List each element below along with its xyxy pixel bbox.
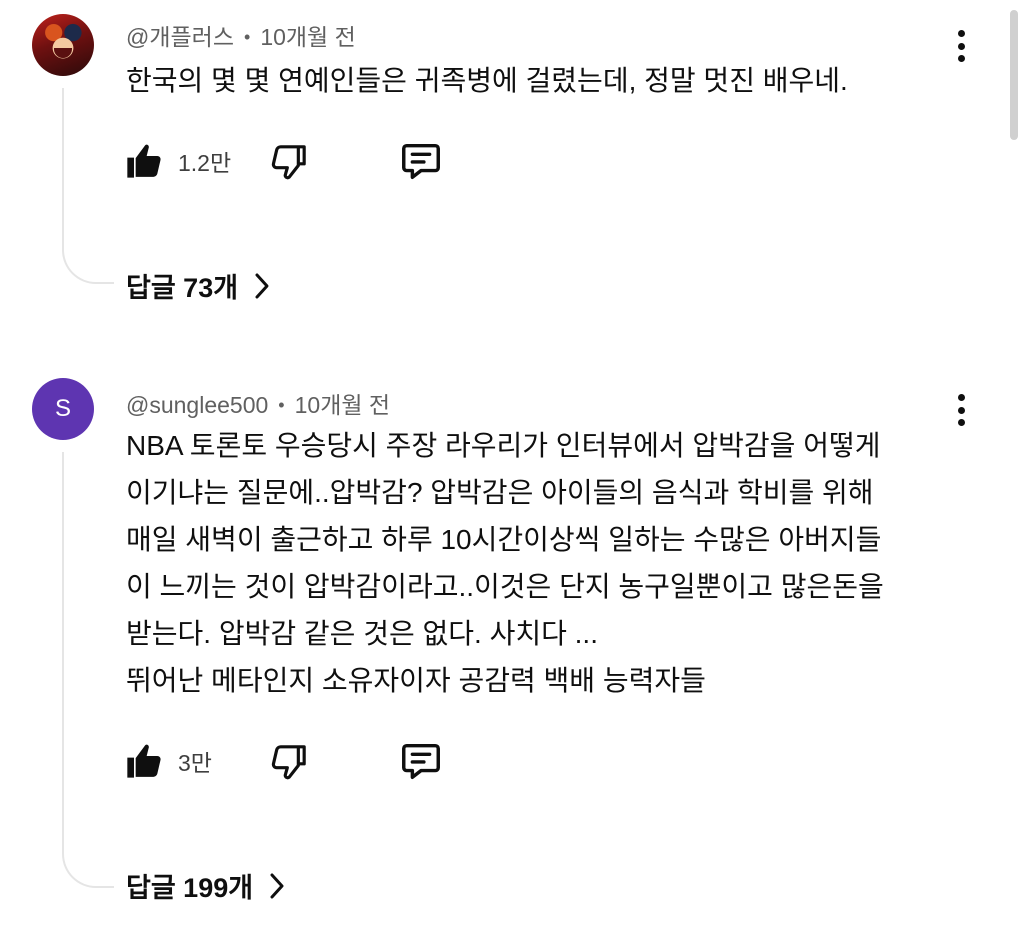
more-vertical-icon-dot [957,419,965,426]
comment-icon [402,143,440,180]
comment: @개플러스 • 10개월 전 한국의 몇 몇 연예인들은 귀족병에 걸렸는데, 정말… [0,0,1024,320]
thumbs-up-icon [127,744,161,778]
like-count: 3만 [178,750,212,776]
like-button[interactable]: 3만 [124,736,212,786]
view-replies-button[interactable]: 답글 73개 [126,266,272,305]
more-vertical-icon-dot [957,406,965,414]
thumbs-down-icon [271,745,306,780]
comment-meta: @개플러스 • 10개월 전 [126,18,356,52]
thumbs-up-icon [127,144,161,178]
comment-text-line: 받는다. 압박감 같은 것은 없다. 사치다 ... [126,618,598,649]
more-vertical-icon-dot [957,42,965,50]
reply-button[interactable] [398,136,444,186]
like-button[interactable]: 1.2만 [124,136,231,186]
comment-icon [402,743,440,780]
comment-text: 한국의 몇 몇 연예인들은 귀족병에 걸렸는데, 정말 멋진 배우네. [126,57,936,104]
comment-text-line: NBA 토론토 우승당시 주장 라우리가 인터뷰에서 압박감을 어떻게 [126,430,881,461]
thread-connector [62,452,114,888]
comment-text-line: 매일 새벽이 출근하고 하루 10시간이상씩 일하는 수많은 아버지들 [126,524,882,555]
avatar[interactable]: S [32,378,94,440]
dislike-button[interactable] [270,136,310,186]
chevron-right-icon [270,873,284,898]
dislike-button[interactable] [270,736,310,786]
avatar[interactable] [32,14,94,76]
chevron-right-icon [255,273,269,298]
comment-actions: 3만 [124,736,484,786]
comment-time[interactable]: 10개월 전 [295,392,390,418]
more-options-button[interactable] [946,390,976,430]
like-count: 1.2만 [178,150,232,176]
scrollbar[interactable] [1010,10,1018,140]
meta-separator: • [244,27,251,47]
comment-text-line: 이 느끼는 것이 압박감이라고..이것은 단지 농구일뿐이고 많은돈을 [126,571,884,602]
replies-label: 답글 73개 [126,273,239,303]
thread-connector [62,88,114,284]
comment-text-line: 한국의 몇 몇 연예인들은 귀족병에 걸렸는데, 정말 멋진 배우네. [126,65,848,96]
comment-text-line: 뛰어난 메타인지 소유자이자 공감력 백배 능력자들 [126,665,706,696]
view-replies-button[interactable]: 답글 199개 [126,866,287,905]
comment: S @sunglee500 • 10개월 전 NBA 토론토 우승당시 주장 라우리… [0,370,1024,942]
more-vertical-icon-dot [957,394,965,401]
more-options-button[interactable] [946,26,976,66]
meta-separator: • [278,395,285,415]
author-handle[interactable]: @sunglee500 [126,392,268,418]
comment-text: NBA 토론토 우승당시 주장 라우리가 인터뷰에서 압박감을 어떻게 이기냐는… [126,422,936,704]
comment-meta: @sunglee500 • 10개월 전 [126,386,390,420]
author-handle[interactable]: @개플러스 [126,24,234,50]
avatar-letter: S [32,378,94,440]
comment-time[interactable]: 10개월 전 [260,24,355,50]
thumbs-down-icon [271,145,306,180]
reply-button[interactable] [398,736,444,786]
more-vertical-icon-dot [957,30,965,37]
comment-text-line: 이기냐는 질문에..압박감? 압박감은 아이들의 음식과 학비를 위해 [126,477,874,508]
replies-label: 답글 199개 [126,873,254,903]
comment-actions: 1.2만 [124,136,484,186]
more-vertical-icon-dot [957,55,965,62]
movie-poster-avatar-image [32,14,94,76]
comments-page: @개플러스 • 10개월 전 한국의 몇 몇 연예인들은 귀족병에 걸렸는데, 정말… [0,0,1024,942]
